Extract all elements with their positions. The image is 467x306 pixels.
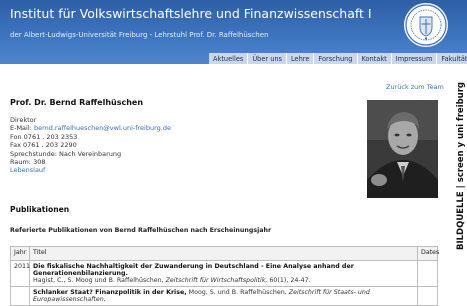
publication-dates bbox=[417, 260, 438, 287]
cv-link[interactable]: Lebenslauf bbox=[10, 166, 45, 174]
publication-year: 2011 bbox=[10, 260, 30, 287]
publications-subheading: Referierte Publikationen von Bernd Raffe… bbox=[10, 227, 272, 234]
room-number: Raum: 308 bbox=[10, 158, 46, 167]
institute-subtitle: der Albert-Ludwigs-Universität Freiburg … bbox=[10, 31, 269, 39]
office-hours: Sprechstunde: Nach Vereinbarung bbox=[10, 149, 122, 158]
nav-item-impressum[interactable]: Impressum bbox=[390, 53, 437, 64]
publication-title: Die fiskalische Nachhaltigkeit der Zuwan… bbox=[33, 263, 354, 277]
university-seal-icon[interactable] bbox=[403, 2, 449, 48]
main-navigation: Aktuelles Über uns Lehre Forschung Konta… bbox=[209, 53, 467, 64]
column-header-dates[interactable]: Dates bbox=[417, 246, 439, 261]
publication-title: Schlanker Staat? Finanzpolitik in der Kr… bbox=[33, 289, 187, 296]
portrait-photo bbox=[367, 100, 438, 198]
publication-authors: Moog, S. und B. Raffelhüschen, bbox=[188, 289, 287, 296]
person-name: Prof. Dr. Bernd Raffelhüschen bbox=[10, 98, 144, 107]
publication-entry: Die fiskalische Nachhaltigkeit der Zuwan… bbox=[29, 260, 418, 287]
phone-number: Fon 0761 . 203 2353 bbox=[10, 132, 78, 141]
page-header: Institut für Volkswirtschaftslehre und F… bbox=[0, 0, 467, 64]
nav-item-forschung[interactable]: Forschung bbox=[313, 53, 356, 64]
email-line: E-Mail: bernd.raffelhueschen@vwl.uni-fre… bbox=[10, 124, 210, 132]
back-to-team-link[interactable]: Zurück zum Team bbox=[386, 83, 444, 91]
institute-title: Institut für Volkswirtschaftslehre und F… bbox=[10, 6, 372, 21]
column-header-year[interactable]: Jahr bbox=[10, 246, 30, 261]
fax-number: Fax 0761 . 203 2290 bbox=[10, 141, 77, 150]
publication-dates bbox=[417, 286, 438, 306]
table-row: Schlanker Staat? Finanzpolitik in der Kr… bbox=[10, 286, 438, 306]
nav-item-aktuelles[interactable]: Aktuelles bbox=[209, 53, 247, 64]
table-header-row: Jahr Titel Dates bbox=[10, 246, 439, 261]
column-header-title[interactable]: Titel bbox=[29, 246, 418, 261]
publications-table: Jahr Titel Dates 2011 Die fiskalische Na… bbox=[10, 246, 439, 306]
publication-entry: Schlanker Staat? Finanzpolitik in der Kr… bbox=[29, 286, 418, 306]
publication-journal: Zeitschrift für Wirtschaftspolitik, bbox=[165, 277, 268, 284]
email-link[interactable]: bernd.raffelhueschen@vwl.uni-freiburg.de bbox=[34, 124, 171, 132]
contact-info: Direktor E-Mail: bernd.raffelhueschen@vw… bbox=[10, 116, 210, 175]
nav-item-lehre[interactable]: Lehre bbox=[285, 53, 313, 64]
person-role: Direktor bbox=[10, 116, 37, 124]
publication-details: 60(1), 24-47. bbox=[269, 277, 311, 284]
publications-heading: Publikationen bbox=[10, 205, 70, 214]
publication-citation: Hagist, C., S. Moog und B. Raffelhüschen… bbox=[33, 277, 414, 284]
nav-item-kontakt[interactable]: Kontakt bbox=[356, 53, 391, 64]
email-label: E-Mail: bbox=[10, 124, 32, 133]
image-source-label: BILDQUELLE | screen y uni freiburg bbox=[456, 82, 466, 250]
publication-year bbox=[10, 286, 30, 306]
table-row: 2011 Die fiskalische Nachhaltigkeit der … bbox=[10, 260, 438, 287]
publication-authors: Hagist, C., S. Moog und B. Raffelhüschen… bbox=[33, 277, 164, 284]
nav-item-ueber-uns[interactable]: Über uns bbox=[247, 53, 286, 64]
